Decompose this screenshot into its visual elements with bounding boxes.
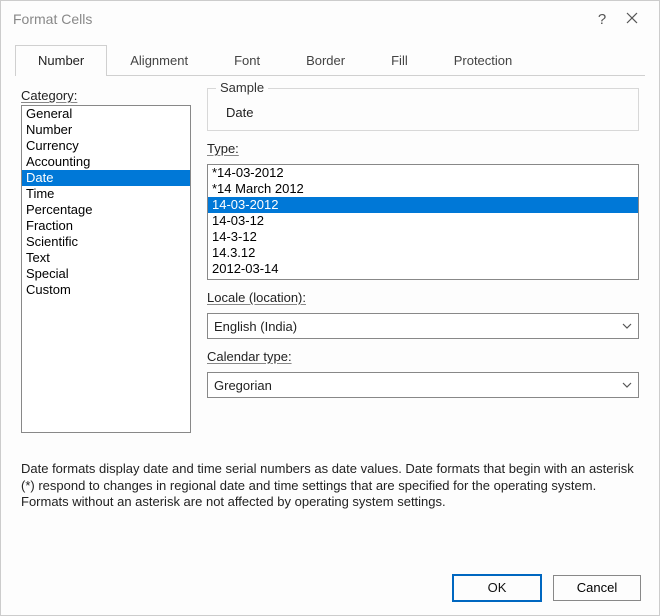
tab-protection[interactable]: Protection — [431, 45, 536, 75]
format-cells-dialog: Format Cells ? NumberAlignmentFontBorder… — [0, 0, 660, 616]
calendar-combo[interactable]: Gregorian — [207, 372, 639, 398]
tab-strip: NumberAlignmentFontBorderFillProtection — [15, 45, 645, 76]
calendar-label: Calendar type: — [207, 349, 639, 364]
dialog-body: Category: GeneralNumberCurrencyAccountin… — [1, 76, 659, 567]
sample-group: Sample Date — [207, 88, 639, 131]
calendar-value: Gregorian — [214, 378, 272, 393]
locale-combo[interactable]: English (India) — [207, 313, 639, 339]
type-item[interactable]: 14.3.12 — [208, 245, 638, 261]
category-item[interactable]: Percentage — [22, 202, 190, 218]
ok-button[interactable]: OK — [453, 575, 541, 601]
type-listbox[interactable]: *14-03-2012*14 March 201214-03-201214-03… — [207, 164, 639, 280]
category-listbox[interactable]: GeneralNumberCurrencyAccountingDateTimeP… — [21, 105, 191, 433]
type-item[interactable]: 14-03-12 — [208, 213, 638, 229]
type-label: Type: — [207, 141, 639, 156]
description-text: Date formats display date and time seria… — [21, 461, 639, 511]
window-title: Format Cells — [13, 11, 587, 27]
type-item[interactable]: 2012-03-14 — [208, 261, 638, 277]
tab-fill[interactable]: Fill — [368, 45, 431, 75]
tab-font[interactable]: Font — [211, 45, 283, 75]
tab-number[interactable]: Number — [15, 45, 107, 76]
titlebar: Format Cells ? — [1, 1, 659, 37]
category-item[interactable]: Time — [22, 186, 190, 202]
category-item[interactable]: Fraction — [22, 218, 190, 234]
sample-value: Date — [218, 95, 628, 120]
chevron-down-icon — [622, 382, 632, 388]
dialog-footer: OK Cancel — [1, 567, 659, 615]
category-item[interactable]: Currency — [22, 138, 190, 154]
type-item[interactable]: *14-03-2012 — [208, 165, 638, 181]
type-item[interactable]: *14 March 2012 — [208, 181, 638, 197]
tab-border[interactable]: Border — [283, 45, 368, 75]
category-item[interactable]: General — [22, 106, 190, 122]
type-item[interactable]: 14-03-2012 — [208, 197, 638, 213]
tab-alignment[interactable]: Alignment — [107, 45, 211, 75]
help-icon[interactable]: ? — [587, 11, 617, 28]
category-item[interactable]: Date — [22, 170, 190, 186]
category-item[interactable]: Number — [22, 122, 190, 138]
sample-label: Sample — [216, 80, 268, 95]
category-item[interactable]: Text — [22, 250, 190, 266]
type-item[interactable]: 14-3-12 — [208, 229, 638, 245]
cancel-button[interactable]: Cancel — [553, 575, 641, 601]
category-item[interactable]: Accounting — [22, 154, 190, 170]
category-item[interactable]: Special — [22, 266, 190, 282]
chevron-down-icon — [622, 323, 632, 329]
category-label: Category: — [21, 88, 191, 103]
locale-label: Locale (location): — [207, 290, 639, 305]
close-icon[interactable] — [617, 11, 647, 28]
category-item[interactable]: Custom — [22, 282, 190, 298]
locale-value: English (India) — [214, 319, 297, 334]
category-item[interactable]: Scientific — [22, 234, 190, 250]
